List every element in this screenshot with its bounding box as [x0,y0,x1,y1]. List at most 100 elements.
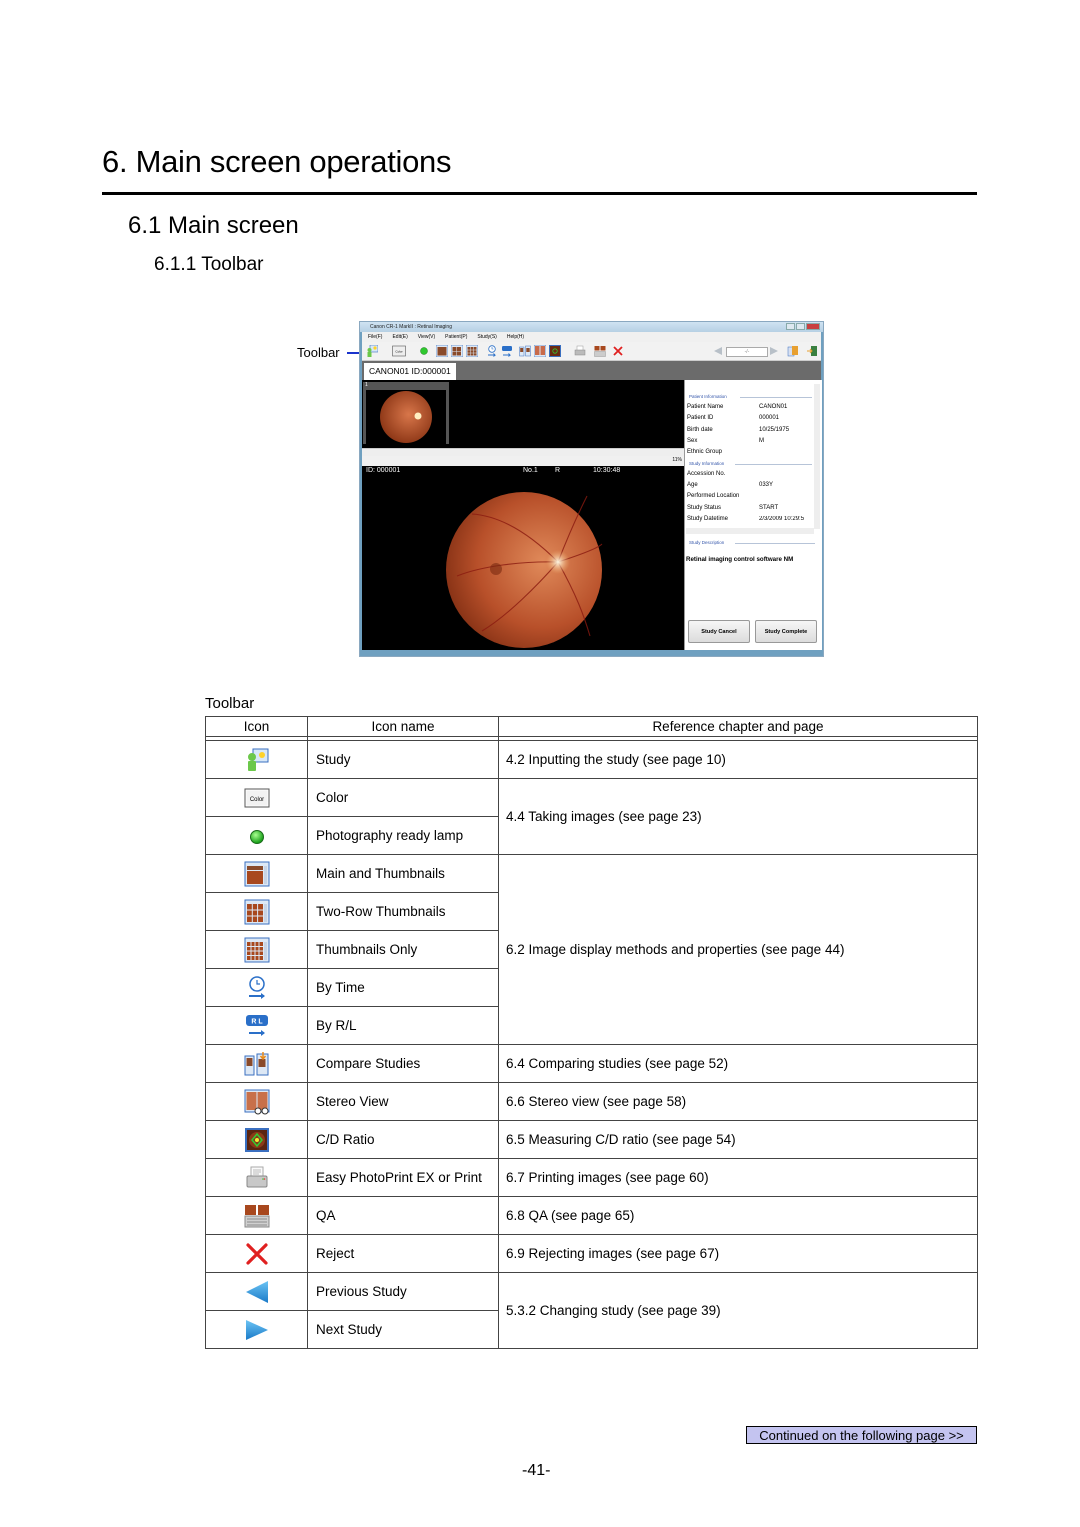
patient-info-header: Patient Information [689,394,727,399]
reference: 5.3.2 Changing study (see page 39) [498,1272,978,1349]
cd-ratio-icon [244,1127,269,1152]
info-panel: Patient Information Patient Name CANON01 … [684,380,822,650]
icon-name: Study [307,740,499,779]
window-titlebar: Canon CR-1 MarkII : Retinal Imaging [360,322,823,332]
next-study-icon[interactable] [768,345,780,357]
exit-icon[interactable] [806,345,818,357]
ready-lamp-icon [249,829,264,844]
table-row: Previous Study 5.3.2 Changing study (see… [205,1272,978,1349]
thumbnails-only-icon [244,937,269,962]
icon-name: Thumbnails Only [307,930,499,969]
table-row: Compare Studies 6.4 Comparing studies (s… [205,1044,978,1083]
header-reference: Reference chapter and page [498,716,978,737]
icon-name: Compare Studies [307,1044,499,1083]
table-row: QA 6.8 QA (see page 65) [205,1196,978,1235]
zoom-level: 11% [672,457,682,463]
thumbnail-image [366,390,446,444]
thumbnail-index: 1 [365,382,368,388]
icon-name: By R/L [307,1006,499,1045]
reference: 6.4 Comparing studies (see page 52) [498,1044,978,1083]
icon-name: Next Study [307,1310,499,1349]
info-icon[interactable] [787,345,799,357]
main-screen-screenshot: Canon CR-1 MarkII : Retinal Imaging File… [359,321,824,657]
qa-icon[interactable] [594,345,606,357]
reference: 6.2 Image display methods and properties… [498,854,978,1045]
study-tab[interactable]: CANON01 ID:000001 [364,363,456,380]
two-row-thumbnails-icon[interactable] [451,345,463,357]
previous-study-icon[interactable] [712,345,724,357]
menu-file[interactable]: File(F) [368,332,382,342]
patient-info-row: Patient Name CANON01 [687,404,788,410]
table-row: Study 4.2 Inputting the study (see page … [205,740,978,779]
icon-name: Photography ready lamp [307,816,499,855]
menu-study[interactable]: Study(S) [477,332,496,342]
toolbar: Color -/- [362,342,821,361]
thumbnails-only-icon[interactable] [466,345,478,357]
patient-info-row: Sex M [687,438,764,444]
icon-name: Two-Row Thumbnails [307,892,499,931]
thumbnail[interactable]: 1 [363,382,449,444]
close-button[interactable] [806,323,820,330]
reference: 4.4 Taking images (see page 23) [498,778,978,855]
stereo-view-icon[interactable] [534,345,546,357]
image-tools-bar: 11% [362,456,684,466]
next-study-icon [245,1319,268,1340]
table-row: Reject 6.9 Rejecting images (see page 67… [205,1234,978,1273]
reference: 6.6 Stereo view (see page 58) [498,1082,978,1121]
menu-view[interactable]: View(V) [418,332,435,342]
compare-studies-icon [244,1051,268,1075]
toolbar-callout-label: Toolbar [297,345,340,360]
reject-icon[interactable] [612,345,624,357]
menu-patient[interactable]: Patient(P) [445,332,467,342]
study-info-row: Performed Location [687,493,740,499]
chapter-title: 6. Main screen operations [102,144,452,179]
title-rule [102,192,977,195]
study-info-row: Accession No. [687,471,726,477]
by-time-icon [248,975,265,999]
main-and-thumbnails-icon[interactable] [436,345,448,357]
icon-name: Main and Thumbnails [307,854,499,893]
icon-name: C/D Ratio [307,1120,499,1159]
reject-icon [245,1242,268,1265]
study-info-row: Study Status START [687,505,779,511]
cd-ratio-icon[interactable] [549,345,561,357]
fundus-image [446,492,603,648]
study-counter: -/- [726,347,768,357]
reference: 6.9 Rejecting images (see page 67) [498,1234,978,1273]
by-rl-icon[interactable] [501,345,513,357]
info-vertical-scrollbar[interactable] [814,384,820,529]
minimize-button[interactable] [786,323,795,330]
page-number: -41- [522,1462,551,1479]
study-icon[interactable] [366,345,378,357]
print-icon[interactable] [574,345,586,357]
by-rl-icon: R L [245,1014,268,1036]
study-info-row: Study Datetime 2/3/2009 10:29:5 [687,516,805,522]
header-icon: Icon [205,716,308,737]
color-icon[interactable]: Color [392,345,406,357]
table-row: C/D Ratio 6.5 Measuring C/D ratio (see p… [205,1120,978,1159]
icon-name: Stereo View [307,1082,499,1121]
by-time-icon[interactable] [486,345,498,357]
table-row: Color Color 4.4 Taking images (see page … [205,778,978,855]
thumbnail-strip: 1 [362,380,684,448]
info-horizontal-scrollbar[interactable] [686,528,814,534]
menu-help[interactable]: Help(H) [507,332,524,342]
study-description: Retinal imaging control software NM [686,556,794,563]
study-description-header: Study Description [689,540,725,545]
study-cancel-button[interactable]: Study Cancel [688,620,750,643]
reference: 6.8 QA (see page 65) [498,1196,978,1235]
reference: 6.7 Printing images (see page 60) [498,1158,978,1197]
menu-edit[interactable]: Edit(E) [392,332,407,342]
window-title: Canon CR-1 MarkII : Retinal Imaging [370,324,452,330]
maximize-button[interactable] [796,323,805,330]
patient-info-row: Birth date 10/25/1975 [687,427,790,433]
compare-studies-icon[interactable] [519,345,531,357]
main-image-view: ID: 000001 No.1 R 10:30:48 [362,466,684,650]
print-icon [246,1166,267,1187]
study-tab-row: CANON01 ID:000001 [362,361,821,380]
reference: 4.2 Inputting the study (see page 10) [498,740,978,779]
study-complete-button[interactable]: Study Complete [755,620,817,643]
patient-info-row: Patient ID 000001 [687,415,780,421]
icon-name: Previous Study [307,1272,499,1311]
continued-link[interactable]: Continued on the following page >> [746,1426,977,1444]
